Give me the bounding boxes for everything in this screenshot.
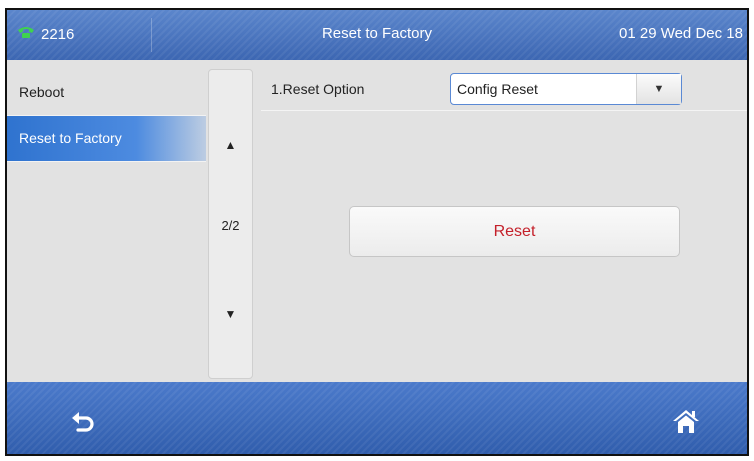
page-indicator: 2/2 [221,218,240,233]
phone-screen: 2216 Reset to Factory 01 29 Wed Dec 18 R… [5,8,749,456]
content-area: Reboot Reset to Factory ▲ 2/2 ▼ 1.Reset … [7,60,747,382]
status-bar: 2216 Reset to Factory 01 29 Wed Dec 18 [7,10,747,60]
menu-item-label: Reset to Factory [19,130,122,146]
reset-option-value: Config Reset [457,81,538,97]
reset-button[interactable]: Reset [349,206,680,257]
side-menu: Reboot Reset to Factory [7,70,206,162]
home-icon[interactable] [671,406,701,436]
date-time: 01 29 Wed Dec 18 [619,25,743,42]
dropdown-arrow-icon[interactable]: ▼ [636,74,681,104]
softkey-bar [7,382,747,454]
page-up-icon[interactable]: ▲ [209,138,252,152]
menu-item-reboot[interactable]: Reboot [7,70,206,116]
page-down-icon[interactable]: ▼ [209,307,252,321]
menu-item-label: Reboot [19,84,65,100]
menu-item-reset-to-factory[interactable]: Reset to Factory [7,116,206,162]
back-icon[interactable] [69,407,97,435]
reset-option-label: 1.Reset Option [271,81,365,97]
reset-option-row: 1.Reset Option Config Reset ▼ [261,70,747,111]
reset-option-select[interactable]: Config Reset ▼ [450,73,682,105]
page-scroller: ▲ 2/2 ▼ [208,69,253,379]
